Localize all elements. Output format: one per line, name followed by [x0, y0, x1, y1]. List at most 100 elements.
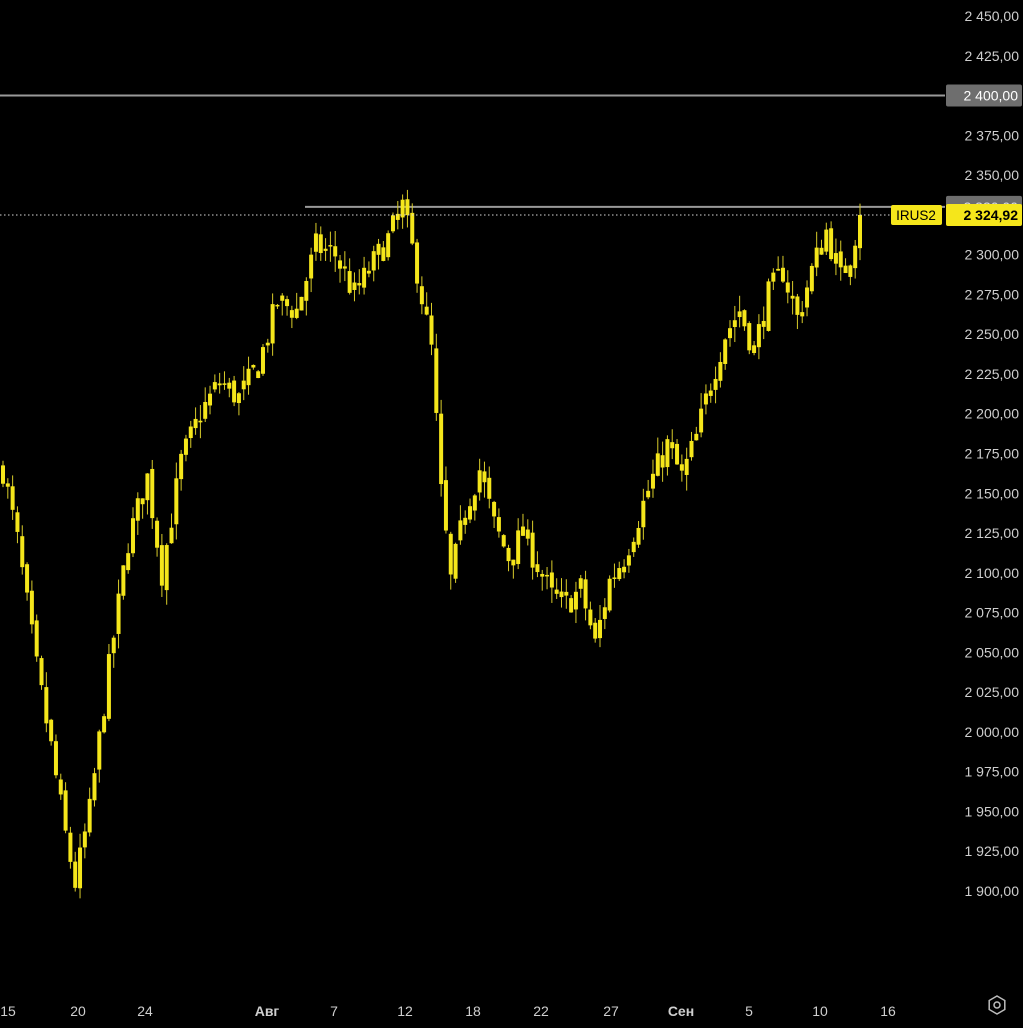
candle-body — [34, 620, 39, 657]
candle-body — [429, 315, 434, 345]
y-tick-label: 2 000,00 — [965, 724, 1020, 740]
y-tick-label: 2 075,00 — [965, 605, 1020, 621]
candle-body — [819, 247, 824, 255]
candle — [501, 534, 506, 548]
candle-body — [732, 320, 737, 327]
x-tick-label: Авг — [255, 1003, 280, 1019]
candle-body — [342, 266, 347, 269]
candle-body — [545, 574, 550, 577]
y-tick-label: 2 425,00 — [965, 48, 1020, 64]
candle-body — [737, 311, 742, 318]
candle-body — [602, 607, 607, 619]
candle-body — [829, 228, 834, 260]
candle-body — [309, 254, 314, 279]
candle-body — [761, 320, 766, 327]
candle-body — [53, 741, 58, 776]
candle-body — [626, 555, 631, 566]
y-tick-label: 2 375,00 — [965, 127, 1020, 143]
y-tick-label: 2 250,00 — [965, 326, 1020, 342]
candle — [390, 212, 395, 234]
candle-body — [771, 272, 776, 282]
candle-body — [415, 242, 420, 284]
candle-body — [328, 245, 333, 247]
candle-body — [15, 512, 20, 532]
candle — [34, 614, 39, 662]
candle-body — [174, 478, 179, 525]
candle-body — [780, 267, 785, 282]
y-tick-label: 2 025,00 — [965, 684, 1020, 700]
candle-body — [87, 798, 92, 833]
candle — [766, 278, 771, 332]
candle-body — [313, 233, 318, 252]
candle-body — [179, 453, 184, 480]
candle — [747, 321, 752, 355]
x-tick-label: 12 — [397, 1003, 413, 1019]
candle-body — [241, 380, 246, 390]
candle-body — [260, 347, 265, 374]
candle-body — [275, 304, 280, 307]
candle-body — [236, 393, 241, 404]
y-tick-label: 2 300,00 — [965, 247, 1020, 263]
x-tick-label: 16 — [880, 1003, 896, 1019]
candle-body — [853, 245, 858, 269]
candle-body — [708, 390, 713, 396]
ticker-tag-label: IRUS2 — [896, 208, 936, 223]
candle-body — [68, 832, 73, 862]
candle-body — [482, 471, 487, 483]
chart-root[interactable]: 2 450,00 2 425,00 2 400,00 2 375,00 2 350,00… — [0, 0, 1023, 1023]
candle-body — [458, 520, 463, 541]
candle-body — [49, 719, 54, 742]
candle-body — [516, 530, 521, 565]
candle-body — [434, 348, 439, 413]
candle-body — [333, 246, 338, 257]
candle-body — [578, 578, 583, 589]
candle-body — [5, 483, 10, 487]
candle-body — [718, 361, 723, 381]
candle-body — [227, 382, 232, 389]
candle-body — [251, 364, 256, 368]
x-tick-label: 22 — [533, 1003, 549, 1019]
candle-body — [424, 306, 429, 315]
candle-body — [684, 458, 689, 475]
price-chart[interactable]: 2 450,00 2 425,00 2 400,00 2 375,00 2 350,00… — [0, 0, 1023, 1023]
candle-body — [453, 543, 458, 579]
candle-body — [73, 861, 78, 888]
candle-body — [188, 426, 193, 439]
candle — [102, 713, 107, 734]
candle-body — [549, 572, 554, 588]
y-tick-label: 2 175,00 — [965, 446, 1020, 462]
candle-body — [607, 578, 612, 611]
candle-body — [752, 345, 757, 353]
y-tick-label: 2 050,00 — [965, 644, 1020, 660]
candle-body — [805, 287, 810, 308]
candle-body — [159, 545, 164, 586]
candle-body — [304, 280, 309, 301]
candle-body — [390, 215, 395, 232]
candle-body — [824, 229, 829, 252]
candle-body — [193, 418, 198, 429]
candle — [121, 565, 126, 600]
candle-body — [256, 371, 261, 379]
settings-gear-icon[interactable] — [985, 993, 1009, 1017]
candle-body — [347, 271, 352, 293]
candle-body — [126, 553, 131, 571]
candle-body — [246, 368, 251, 386]
x-tick-label: 24 — [137, 1003, 153, 1019]
candle-body — [10, 486, 15, 510]
candle-body — [809, 265, 814, 292]
candle-body — [371, 251, 376, 271]
candle-body — [405, 199, 410, 216]
candle-body — [121, 565, 126, 596]
x-tick-label: 5 — [745, 1003, 753, 1019]
candle-body — [501, 535, 506, 547]
candle-body — [487, 477, 492, 499]
candle-body — [660, 455, 665, 468]
candle-body — [116, 593, 121, 634]
candle-body — [559, 591, 564, 598]
candle-body — [612, 577, 617, 579]
candle-body — [381, 247, 386, 261]
candle-body — [463, 517, 468, 525]
candle — [439, 399, 444, 497]
candle-body — [164, 545, 169, 591]
candle-body — [588, 609, 593, 626]
